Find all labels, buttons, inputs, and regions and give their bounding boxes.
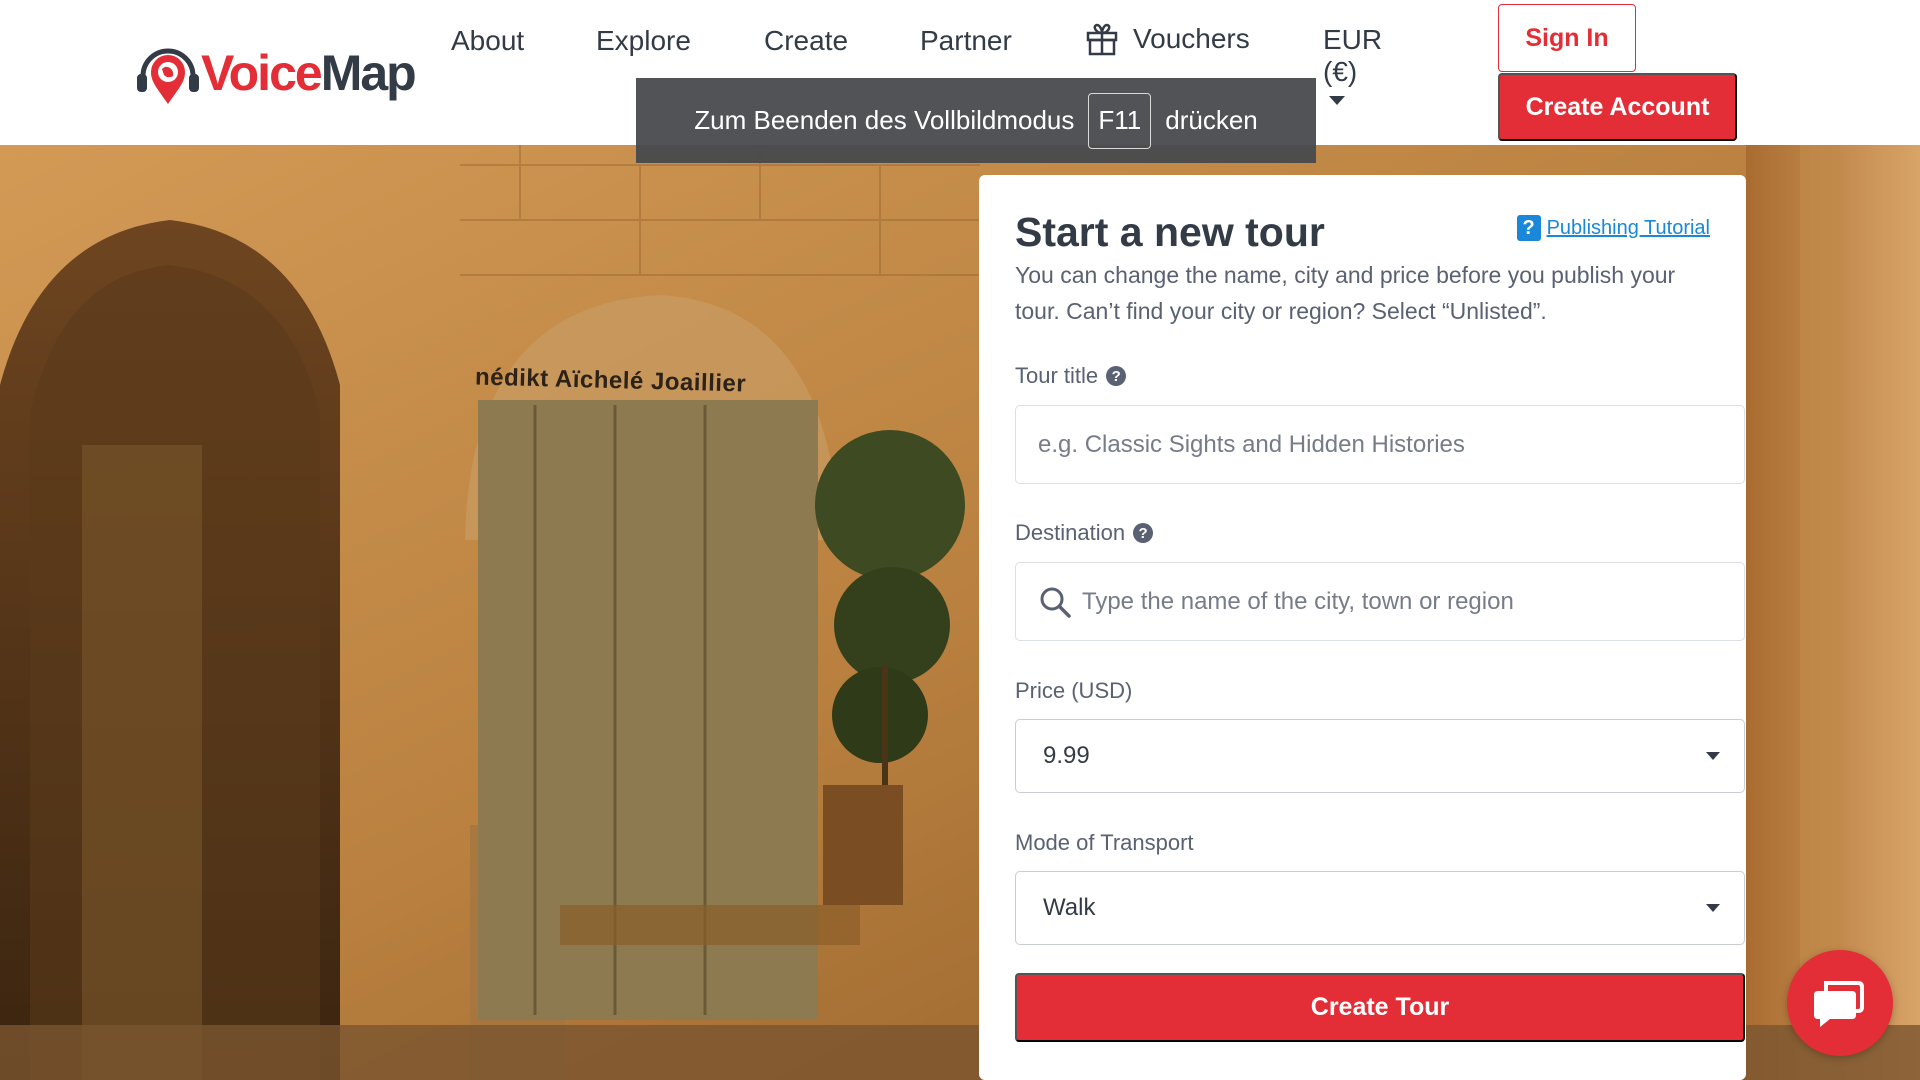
publishing-tutorial-label: Publishing Tutorial — [1546, 216, 1710, 239]
nav-partner[interactable]: Partner — [920, 24, 1012, 58]
search-icon — [1040, 587, 1071, 618]
logo-pin-headphones-icon — [137, 48, 199, 104]
fullscreen-notice-text-end: drücken — [1165, 105, 1258, 135]
fullscreen-exit-notice: Zum Beenden des Vollbildmodus F11 drücke… — [636, 78, 1316, 163]
destination-label-text: Destination — [1015, 520, 1126, 545]
logo-wordmark: VoiceMap — [201, 45, 417, 101]
nav-explore[interactable]: Explore — [596, 24, 691, 58]
nav-vouchers[interactable]: Vouchers — [1085, 22, 1250, 56]
transport-label: Mode of Transport — [1015, 830, 1194, 856]
price-selected-value: 9.99 — [1043, 742, 1090, 769]
create-tour-button[interactable]: Create Tour — [1015, 973, 1745, 1042]
create-account-button[interactable]: Create Account — [1498, 73, 1737, 141]
page-title: Start a new tour — [1015, 209, 1325, 255]
chevron-down-icon — [1706, 752, 1720, 760]
price-label: Price (USD) — [1015, 678, 1132, 704]
destination-label: Destination ? — [1015, 520, 1154, 546]
tour-title-label-text: Tour title — [1015, 363, 1099, 388]
transport-selected-value: Walk — [1043, 894, 1096, 921]
voicemap-logo[interactable]: VoiceMap — [133, 38, 417, 108]
currency-code: EUR — [1323, 24, 1383, 55]
nav-about[interactable]: About — [451, 24, 524, 58]
price-label-text: Price (USD) — [1015, 678, 1133, 703]
publishing-tutorial-link[interactable]: ? Publishing Tutorial — [1516, 215, 1710, 241]
currency-symbol: (€) — [1323, 56, 1358, 87]
tour-title-input[interactable] — [1016, 406, 1744, 483]
price-select[interactable]: 9.99 — [1015, 719, 1745, 793]
f11-key: F11 — [1088, 92, 1152, 149]
new-tour-form-card: Start a new tour ? Publishing Tutorial Y… — [979, 175, 1746, 1080]
chat-icon — [1814, 981, 1864, 1027]
help-icon[interactable]: ? — [1106, 366, 1127, 386]
tour-title-label: Tour title ? — [1015, 363, 1127, 389]
currency-selector[interactable]: EUR (€) — [1323, 24, 1382, 105]
transport-label-text: Mode of Transport — [1015, 830, 1194, 855]
transport-select[interactable]: Walk — [1015, 871, 1745, 945]
chat-launcher-button[interactable] — [1787, 950, 1893, 1056]
fullscreen-notice-text: Zum Beenden des Vollbildmodus — [694, 105, 1075, 135]
chevron-down-icon — [1706, 904, 1720, 912]
chevron-down-icon — [1329, 96, 1345, 105]
nav-vouchers-label: Vouchers — [1133, 23, 1250, 54]
form-description: You can change the name, city and price … — [1015, 262, 1676, 324]
tour-title-field[interactable] — [1015, 405, 1745, 484]
nav-create[interactable]: Create — [764, 24, 848, 58]
destination-input[interactable] — [1072, 563, 1744, 640]
sign-in-button[interactable]: Sign In — [1498, 4, 1636, 72]
destination-field[interactable] — [1015, 562, 1745, 641]
help-icon[interactable]: ? — [1133, 523, 1154, 543]
gift-icon — [1086, 23, 1118, 56]
question-icon: ? — [1516, 215, 1541, 241]
